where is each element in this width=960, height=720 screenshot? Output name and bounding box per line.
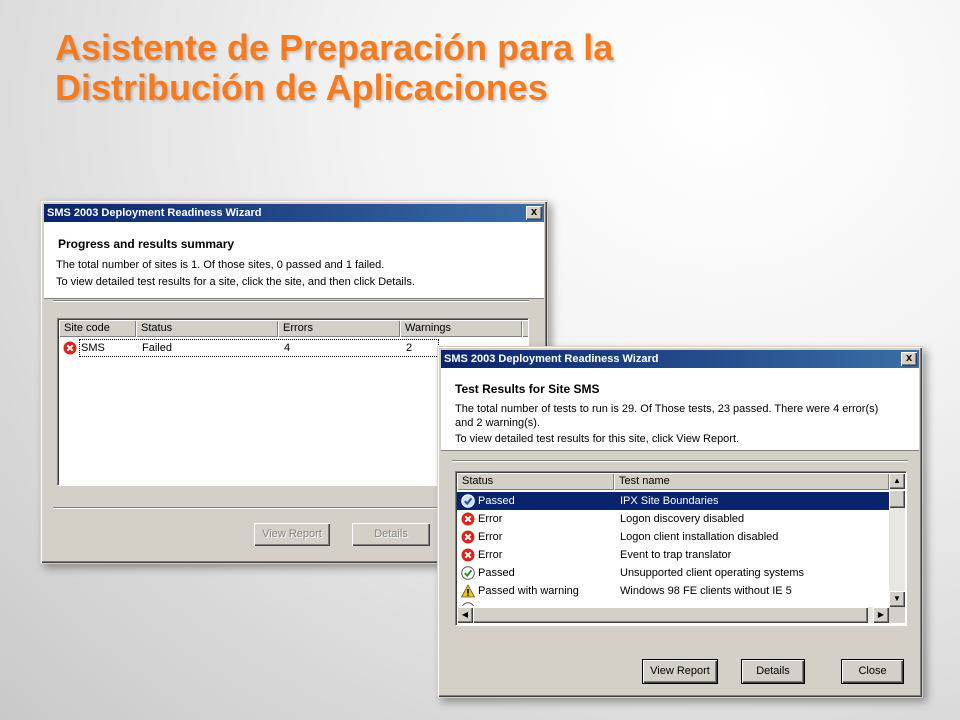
scroll-thumb-horizontal[interactable] — [473, 607, 868, 623]
summary-text-line-1: The total number of tests to run is 29. … — [455, 403, 879, 415]
scroll-down-button[interactable]: ▼ — [889, 591, 905, 607]
status-cell: Passed — [478, 567, 515, 579]
header-title: Progress and results summary — [58, 237, 235, 251]
slide-title-line-1: Asistente de Preparación para la — [55, 27, 614, 68]
test-results-wizard-window: SMS 2003 Deployment Readiness Wizard x T… — [437, 346, 923, 698]
wizard-header: Test Results for Site SMS The total numb… — [441, 368, 919, 451]
error-icon — [461, 512, 475, 526]
test-results-list[interactable]: Status Test name Passed IPX Site Boundari… — [455, 471, 907, 626]
slide-title-line-2: Distribución de Aplicaciones — [55, 67, 548, 108]
scroll-thumb[interactable] — [889, 490, 905, 508]
check-icon — [461, 602, 475, 606]
status-cell: Error — [478, 549, 503, 561]
window-titlebar[interactable]: SMS 2003 Deployment Readiness Wizard x — [44, 204, 544, 222]
column-header-test-name[interactable]: Test name — [614, 473, 889, 490]
error-icon — [461, 530, 475, 544]
test-name-cell: Unsupported client operating systems — [620, 567, 805, 579]
view-report-button[interactable]: View Report — [643, 660, 717, 683]
header-divider — [53, 300, 529, 302]
summary-text-line-1: The total number of sites is 1. Of those… — [56, 259, 385, 271]
header-title: Test Results for Site SMS — [455, 382, 600, 396]
view-report-button[interactable]: View Report — [254, 523, 330, 546]
column-header-filler — [522, 320, 528, 337]
horizontal-scrollbar[interactable]: ◀ ▶ — [457, 607, 889, 623]
site-code-cell: SMS — [81, 342, 105, 354]
passed-info-icon — [461, 494, 475, 508]
close-icon[interactable]: x — [526, 206, 542, 220]
error-icon — [461, 548, 475, 562]
status-cell: Error — [478, 531, 503, 543]
column-header-errors[interactable]: Errors — [278, 320, 400, 337]
table-row[interactable]: Error Logon client installation disabled — [457, 528, 889, 546]
header-divider — [452, 460, 908, 462]
table-row[interactable]: Passed with warning Windows 98 FE clients… — [457, 582, 889, 600]
details-button[interactable]: Details — [352, 523, 430, 546]
errors-cell: 4 — [284, 342, 291, 354]
summary-text-line-2: and 2 warning(s). — [455, 417, 540, 429]
scroll-up-button[interactable]: ▲ — [889, 473, 905, 489]
status-cell: Error — [478, 513, 503, 525]
close-icon[interactable]: x — [901, 352, 917, 366]
warning-icon — [461, 584, 475, 598]
status-cell: Passed with warning — [478, 585, 579, 597]
status-cell: Passed — [478, 495, 515, 507]
status-cell: Failed — [142, 342, 172, 354]
column-header-site-code[interactable]: Site code — [59, 320, 136, 337]
error-icon — [63, 341, 77, 355]
test-name-cell: Event to trap translator — [620, 549, 732, 561]
summary-text-line-2: To view detailed test results for a site… — [56, 276, 415, 288]
slide-title: Asistente de Preparación para la Distrib… — [55, 28, 875, 108]
scroll-right-button[interactable]: ▶ — [873, 607, 889, 623]
column-header-status[interactable]: Status — [457, 473, 614, 490]
test-name-cell: Logon discovery disabled — [620, 513, 745, 525]
details-button[interactable]: Details — [742, 660, 804, 683]
test-name-cell: Logon client installation disabled — [620, 531, 779, 543]
summary-text-line-3: To view detailed test results for this s… — [455, 433, 740, 445]
table-row-partial[interactable] — [457, 600, 889, 606]
table-row[interactable]: Passed IPX Site Boundaries — [457, 492, 889, 510]
window-titlebar[interactable]: SMS 2003 Deployment Readiness Wizard x — [441, 350, 919, 368]
test-name-cell: IPX Site Boundaries — [620, 495, 719, 507]
wizard-header: Progress and results summary The total n… — [44, 222, 544, 299]
scrollbar-corner — [889, 607, 905, 623]
window-title: SMS 2003 Deployment Readiness Wizard — [47, 207, 262, 219]
column-header-status[interactable]: Status — [136, 320, 278, 337]
table-row[interactable]: Error Logon discovery disabled — [457, 510, 889, 528]
column-header-warnings[interactable]: Warnings — [400, 320, 522, 337]
test-name-cell: Windows 98 FE clients without IE 5 — [620, 585, 792, 597]
table-row[interactable]: Passed Unsupported client operating syste… — [457, 564, 889, 582]
warnings-cell: 2 — [406, 342, 413, 354]
scroll-left-button[interactable]: ◀ — [457, 607, 473, 623]
vertical-scrollbar[interactable]: ▲ ▼ — [889, 473, 905, 607]
close-button[interactable]: Close — [842, 660, 903, 683]
row-focus-rect — [79, 339, 439, 357]
window-title: SMS 2003 Deployment Readiness Wizard — [444, 353, 659, 365]
check-icon — [461, 566, 475, 580]
table-row[interactable]: Error Event to trap translator — [457, 546, 889, 564]
